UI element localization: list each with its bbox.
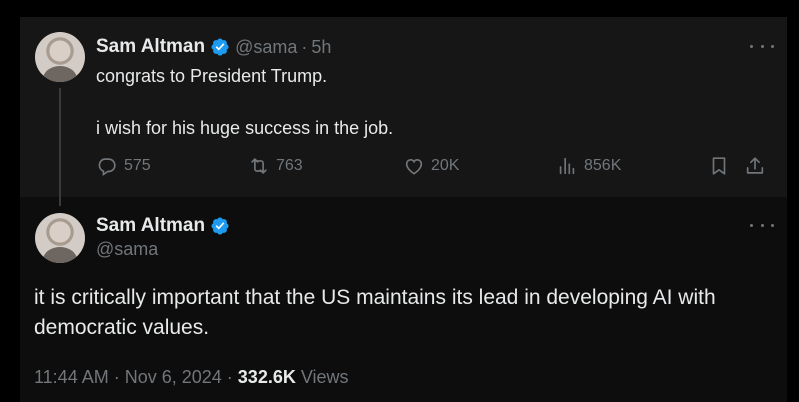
tweet-meta: 11:44 AM · Nov 6, 2024 · 332.6K Views [34, 367, 349, 388]
like-icon [405, 158, 423, 175]
verified-icon [211, 217, 229, 235]
retweet-count: 763 [276, 157, 303, 174]
tweet-actions: 575 763 20K 856K [96, 155, 776, 179]
views-icon [559, 157, 575, 175]
share-button[interactable] [744, 155, 766, 177]
tweet-header: Sam Altman [96, 213, 230, 239]
tweet-text-line: congrats to President Trump. [96, 66, 328, 86]
views-label: Views [300, 367, 349, 387]
retweet-button[interactable]: 763 [248, 155, 303, 177]
more-icon[interactable] [750, 40, 774, 52]
like-count: 20K [431, 157, 460, 174]
reply-icon [98, 158, 116, 176]
author-handle[interactable]: @sama [235, 37, 297, 58]
views-button[interactable]: 856K [556, 155, 621, 177]
tweet-thread: Sam Altman @sama · 5h congrats to Presid… [20, 17, 787, 402]
tweet-text: it is critically important that the US m… [34, 286, 716, 339]
tweet-text-line: i wish for his huge success in the job. [96, 118, 394, 138]
tweet-timestamp[interactable]: 11:44 AM · Nov 6, 2024 · [34, 367, 233, 387]
tweet-time[interactable]: 5h [311, 37, 331, 58]
avatar[interactable] [35, 32, 85, 82]
screenshot-frame: Sam Altman @sama · 5h congrats to Presid… [0, 0, 799, 402]
like-button[interactable]: 20K [403, 155, 459, 177]
author-handle[interactable]: @sama [96, 239, 158, 260]
views-count: 856K [584, 157, 622, 174]
share-icon [746, 157, 764, 174]
reply-count: 575 [124, 157, 151, 174]
author-name[interactable]: Sam Altman [96, 36, 205, 58]
tweet-header: Sam Altman @sama · 5h [96, 35, 331, 59]
thread-connector [59, 88, 61, 206]
more-icon[interactable] [750, 219, 774, 231]
tweet-text: congrats to President Trump. i wish for … [96, 63, 393, 141]
tweet-reply-context[interactable]: Sam Altman @sama · 5h congrats to Presid… [20, 17, 787, 206]
views-count: 332.6K [237, 367, 296, 387]
bookmark-button[interactable] [708, 155, 730, 177]
avatar[interactable] [35, 213, 85, 263]
retweet-icon [251, 158, 267, 174]
separator-dot: · [301, 36, 308, 57]
verified-icon [211, 38, 229, 56]
author-name[interactable]: Sam Altman [96, 215, 205, 237]
bookmark-icon [712, 157, 726, 175]
reply-button[interactable]: 575 [96, 155, 151, 177]
